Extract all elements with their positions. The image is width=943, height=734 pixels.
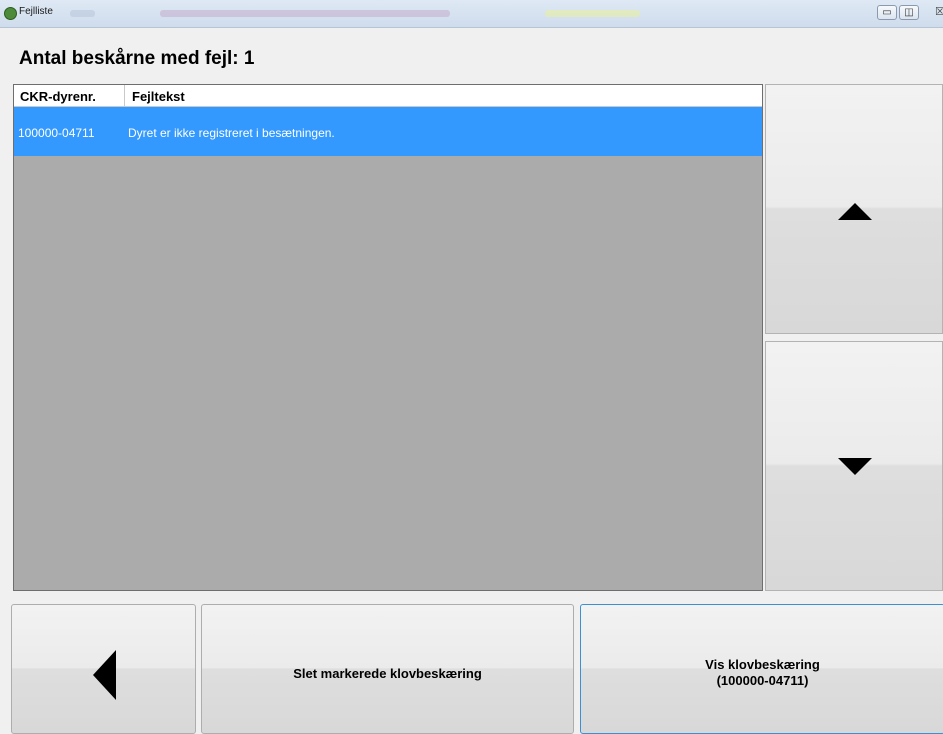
column-divider[interactable] xyxy=(124,85,125,106)
table-row-selected[interactable]: 100000-04711 Dyret er ikke registreret i… xyxy=(14,107,762,156)
blurred-titlebar-content xyxy=(160,10,450,17)
view-button-label-line1: Vis klovbeskæring xyxy=(705,657,820,672)
triangle-up-icon xyxy=(838,203,872,220)
title-bar: Fejlliste ▭ ◫ ☒ xyxy=(0,0,943,28)
column-header-fejltekst[interactable]: Fejltekst xyxy=(132,89,185,104)
close-button[interactable]: ☒ xyxy=(935,5,943,18)
maximize-icon: ◫ xyxy=(904,7,914,18)
minimize-icon: ▭ xyxy=(882,7,892,18)
triangle-left-icon xyxy=(93,650,116,700)
close-icon: ☒ xyxy=(935,6,943,18)
minimize-button[interactable]: ▭ xyxy=(877,5,897,20)
view-hoof-trimming-button[interactable]: Vis klovbeskæring (100000-04711) xyxy=(580,604,943,734)
delete-button-label: Slet markerede klovbeskæring xyxy=(293,666,482,681)
error-list[interactable]: CKR-dyrenr. Fejltekst 100000-04711 Dyret… xyxy=(13,84,763,591)
scroll-up-button[interactable] xyxy=(765,84,943,334)
scroll-down-button[interactable] xyxy=(765,341,943,591)
app-icon xyxy=(4,7,17,20)
view-button-label-line2: (100000-04711) xyxy=(716,673,809,688)
back-button[interactable] xyxy=(11,604,196,734)
maximize-button[interactable]: ◫ xyxy=(899,5,919,20)
cell-fejltekst: Dyret er ikke registreret i besætningen. xyxy=(128,126,335,140)
column-header-ckr[interactable]: CKR-dyrenr. xyxy=(20,89,96,104)
blurred-titlebar-content xyxy=(545,10,640,17)
window-title: Fejlliste xyxy=(19,6,53,17)
triangle-down-icon xyxy=(838,458,872,475)
grid-header: CKR-dyrenr. Fejltekst xyxy=(14,85,762,107)
page-title: Antal beskårne med fejl: 1 xyxy=(19,48,255,69)
blurred-titlebar-content xyxy=(70,10,95,17)
cell-ckr: 100000-04711 xyxy=(18,126,95,140)
delete-selected-button[interactable]: Slet markerede klovbeskæring xyxy=(201,604,574,734)
